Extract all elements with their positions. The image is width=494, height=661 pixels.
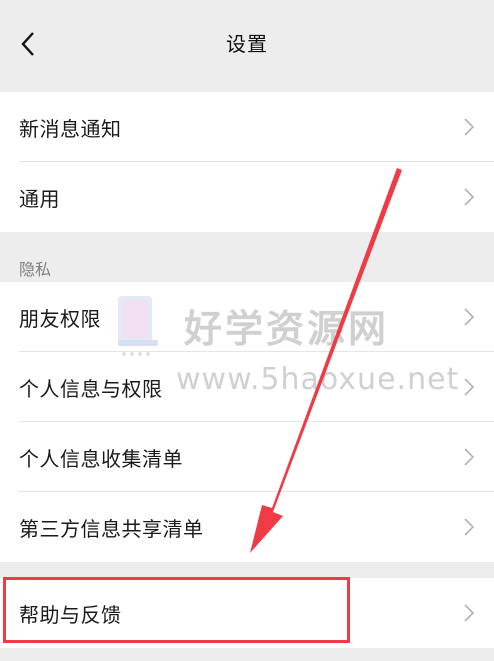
settings-item-personal-info-permissions[interactable]: 个人信息与权限 bbox=[0, 352, 494, 422]
settings-item-label: 个人信息收集清单 bbox=[19, 446, 183, 471]
settings-item-label: 通用 bbox=[19, 186, 60, 211]
chevron-right-icon bbox=[464, 92, 474, 162]
settings-item-label: 第三方信息共享清单 bbox=[19, 516, 204, 541]
settings-item-notifications[interactable]: 新消息通知 bbox=[0, 92, 494, 162]
chevron-right-icon bbox=[464, 352, 474, 422]
settings-item-general[interactable]: 通用 bbox=[0, 162, 494, 232]
settings-group-privacy: 朋友权限 个人信息与权限 个人信息收集清单 第三方信息共享清单 bbox=[0, 282, 494, 562]
settings-item-third-party-sharing[interactable]: 第三方信息共享清单 bbox=[0, 492, 494, 562]
section-label-privacy: 隐私 bbox=[19, 260, 52, 279]
nav-bar: 设置 bbox=[0, 0, 494, 80]
chevron-right-icon bbox=[464, 492, 474, 562]
chevron-right-icon bbox=[464, 578, 474, 648]
chevron-right-icon bbox=[464, 422, 474, 492]
settings-item-label: 新消息通知 bbox=[19, 116, 122, 141]
chevron-right-icon bbox=[464, 282, 474, 352]
settings-item-friend-permissions[interactable]: 朋友权限 bbox=[0, 282, 494, 352]
settings-item-label: 个人信息与权限 bbox=[19, 376, 163, 401]
settings-group-general: 新消息通知 通用 bbox=[0, 92, 494, 232]
settings-item-label: 朋友权限 bbox=[19, 306, 101, 331]
annotation-highlight-box bbox=[3, 577, 350, 643]
chevron-right-icon bbox=[464, 162, 474, 232]
settings-item-personal-info-collection[interactable]: 个人信息收集清单 bbox=[0, 422, 494, 492]
page-title: 设置 bbox=[226, 32, 268, 56]
